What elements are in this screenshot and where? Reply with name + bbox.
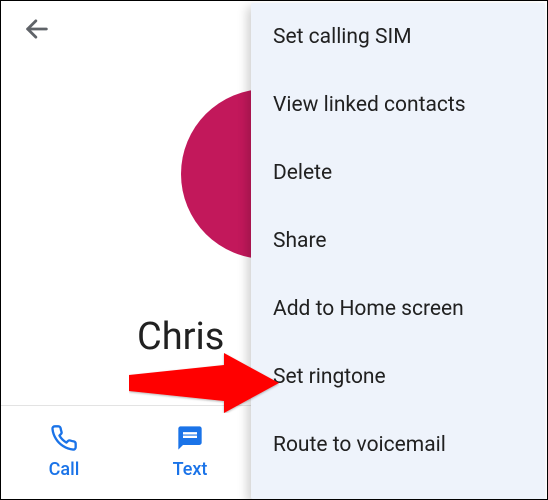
overflow-menu: Set calling SIM View linked contacts Del… (251, 3, 545, 499)
text-button[interactable]: Text (160, 423, 220, 480)
contact-name: Chris (137, 315, 224, 359)
phone-icon (49, 423, 79, 453)
menu-item-delete[interactable]: Delete (251, 139, 545, 207)
action-bar: Call Text (1, 405, 253, 499)
menu-item-view-linked-contacts[interactable]: View linked contacts (251, 71, 545, 139)
menu-item-set-calling-sim[interactable]: Set calling SIM (251, 3, 545, 71)
message-icon (175, 423, 205, 453)
menu-item-share[interactable]: Share (251, 207, 545, 275)
menu-item-set-ringtone[interactable]: Set ringtone (251, 343, 545, 411)
menu-item-add-to-home-screen[interactable]: Add to Home screen (251, 275, 545, 343)
text-label: Text (173, 459, 208, 480)
menu-item-route-to-voicemail[interactable]: Route to voicemail (251, 411, 545, 479)
call-button[interactable]: Call (34, 423, 94, 480)
call-label: Call (49, 459, 80, 480)
arrow-back-icon (23, 15, 51, 47)
back-button[interactable] (19, 13, 55, 49)
